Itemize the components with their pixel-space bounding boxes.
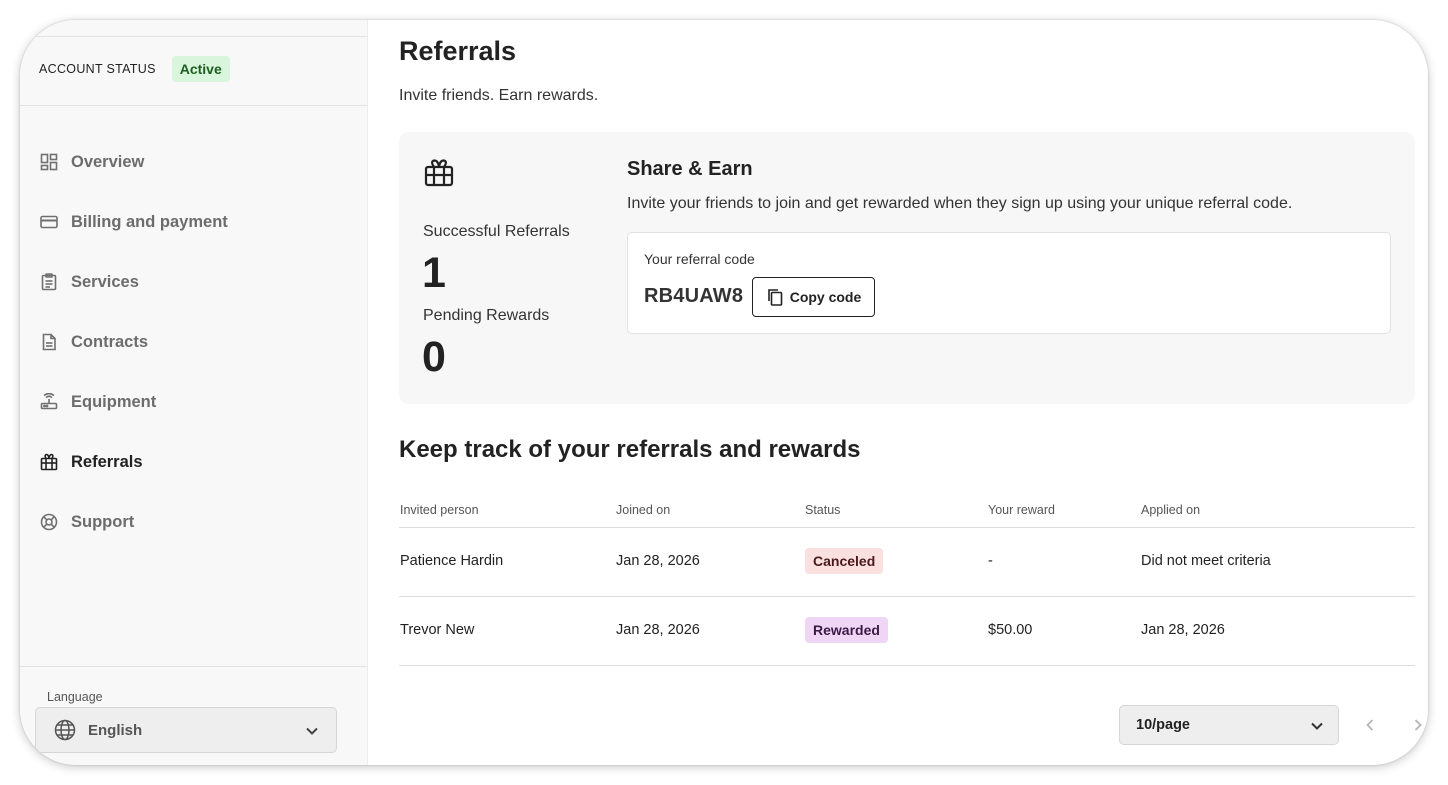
sidebar-nav: Overview Billing and payment Services Co… <box>20 132 367 552</box>
chevron-down-icon <box>1309 718 1325 734</box>
account-status: ACCOUNT STATUS Active <box>39 56 230 82</box>
lifebuoy-icon <box>40 513 58 531</box>
referrals-table: Invited person Joined on Status Your rew… <box>399 494 1415 666</box>
clipboard-icon <box>40 273 58 291</box>
sidebar-item-referrals[interactable]: Referrals <box>20 432 367 492</box>
sidebar-item-label: Services <box>71 272 139 291</box>
dashboard-icon <box>40 153 58 171</box>
sidebar-item-label: Contracts <box>71 332 149 351</box>
sidebar-item-label: Support <box>71 512 135 531</box>
language-value: English <box>88 721 143 739</box>
page-size-select[interactable]: 10/page <box>1119 705 1339 745</box>
sidebar-item-equipment[interactable]: Equipment <box>20 372 367 432</box>
column-header: Status <box>805 503 841 517</box>
chevron-left-icon <box>1366 719 1374 731</box>
referral-code-value[interactable]: RB4UAW8 <box>644 285 743 308</box>
sidebar-item-services[interactable]: Services <box>20 252 367 312</box>
section-title: Keep track of your referrals and rewards <box>399 436 861 463</box>
page-subtitle: Invite friends. Earn rewards. <box>399 87 599 104</box>
table-row[interactable]: Patience Hardin Jan 28, 2026 Canceled - … <box>399 528 1415 597</box>
successful-referrals-label: Successful Referrals <box>423 223 570 240</box>
router-icon <box>40 393 58 411</box>
table-row[interactable]: Trevor New Jan 28, 2026 Rewarded $50.00 … <box>399 597 1415 666</box>
language-label: Language <box>47 690 103 704</box>
gift-icon <box>424 158 454 188</box>
sidebar-item-contracts[interactable]: Contracts <box>20 312 367 372</box>
language-select[interactable]: English <box>35 707 337 753</box>
pending-rewards-label: Pending Rewards <box>423 307 550 324</box>
table-header: Invited person Joined on Status Your rew… <box>399 494 1415 528</box>
column-header: Joined on <box>616 503 671 517</box>
chevron-down-icon <box>304 723 320 739</box>
reward-cell: $50.00 <box>988 622 1033 638</box>
referral-summary-card: Successful Referrals 1 Pending Rewards 0… <box>399 132 1415 404</box>
app-window: ACCOUNT STATUS Active Overview Billing a… <box>20 20 1428 765</box>
sidebar-item-support[interactable]: Support <box>20 492 367 552</box>
status-badge: Canceled <box>805 548 884 574</box>
gift-icon <box>40 453 58 471</box>
sidebar-item-label: Equipment <box>71 392 157 411</box>
referral-code-box: Your referral code RB4UAW8 Copy code <box>627 232 1391 334</box>
sidebar-item-label: Referrals <box>71 452 143 471</box>
joined-on-cell: Jan 28, 2026 <box>616 553 700 569</box>
copy-icon <box>766 288 784 306</box>
page-title: Referrals <box>399 36 517 66</box>
globe-icon <box>54 719 76 741</box>
column-header: Your reward <box>988 503 1055 517</box>
credit-card-icon <box>40 213 58 231</box>
share-title: Share & Earn <box>627 158 753 180</box>
sidebar-divider <box>20 666 367 667</box>
applied-on-cell: Jan 28, 2026 <box>1141 622 1225 638</box>
successful-referrals-value: 1 <box>422 249 446 297</box>
joined-on-cell: Jan 28, 2026 <box>616 622 700 638</box>
share-description: Invite your friends to join and get rewa… <box>627 195 1293 212</box>
chevron-right-icon <box>1414 719 1422 731</box>
page-size-value: 10/page <box>1136 717 1190 733</box>
sidebar-divider <box>20 105 367 106</box>
copy-code-button[interactable]: Copy code <box>752 277 875 317</box>
main-content: Referrals Invite friends. Earn rewards. … <box>368 20 1428 765</box>
column-header: Invited person <box>400 503 479 517</box>
sidebar-item-label: Overview <box>71 152 145 171</box>
sidebar: ACCOUNT STATUS Active Overview Billing a… <box>20 20 368 765</box>
next-page-button[interactable] <box>1406 713 1428 737</box>
invited-person-cell: Patience Hardin <box>400 553 504 569</box>
account-status-label: ACCOUNT STATUS <box>39 62 156 76</box>
sidebar-item-overview[interactable]: Overview <box>20 132 367 192</box>
column-header: Applied on <box>1141 503 1201 517</box>
pending-rewards-value: 0 <box>422 333 446 381</box>
reward-cell: - <box>988 553 993 569</box>
invited-person-cell: Trevor New <box>400 622 475 638</box>
account-status-badge: Active <box>171 56 230 82</box>
sidebar-item-label: Billing and payment <box>71 212 228 231</box>
sidebar-item-billing[interactable]: Billing and payment <box>20 192 367 252</box>
status-badge: Rewarded <box>805 617 888 643</box>
sidebar-divider <box>20 36 367 37</box>
referral-code-label: Your referral code <box>644 251 755 267</box>
applied-on-cell: Did not meet criteria <box>1141 553 1271 569</box>
previous-page-button[interactable] <box>1358 713 1382 737</box>
document-icon <box>40 333 58 351</box>
copy-code-label: Copy code <box>789 289 862 305</box>
